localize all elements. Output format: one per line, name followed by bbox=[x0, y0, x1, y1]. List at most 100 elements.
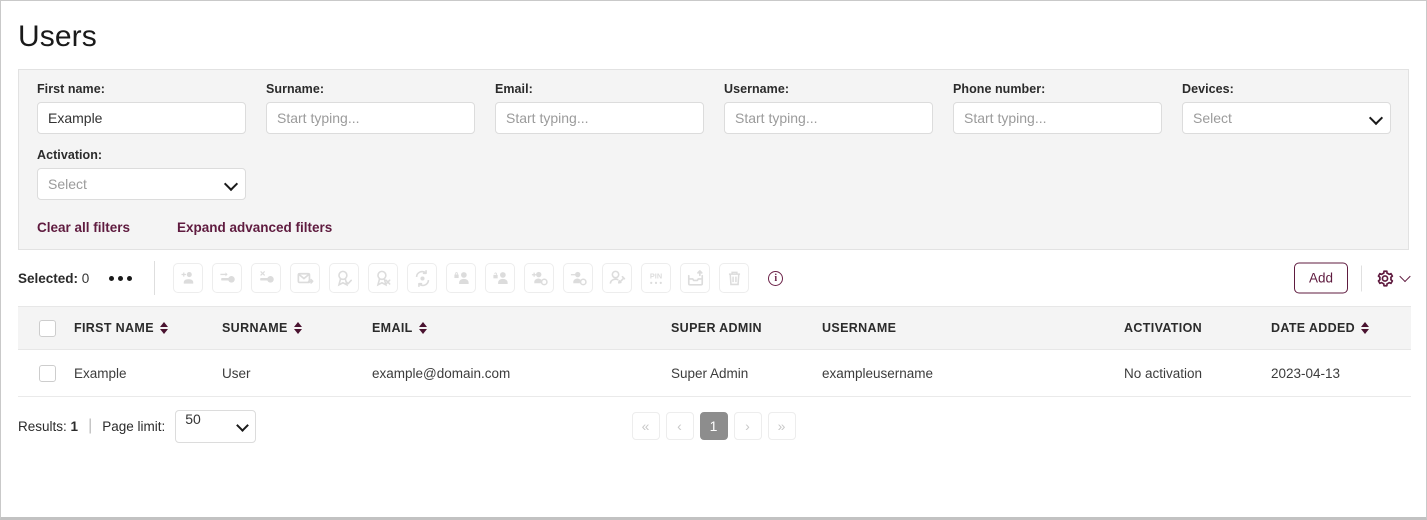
page-limit-wrapper: 50 bbox=[175, 409, 257, 443]
surname-input[interactable] bbox=[266, 102, 475, 134]
phone-number-input[interactable] bbox=[953, 102, 1162, 134]
filter-field-surname: Surname: bbox=[266, 82, 495, 134]
table-footer: Results: 1 | Page limit: 50 « ‹ 1 › » bbox=[18, 397, 1409, 455]
pagination: « ‹ 1 › » bbox=[631, 412, 796, 440]
bulk-action-icons: PIN i bbox=[173, 263, 784, 293]
last-page-button[interactable]: » bbox=[767, 412, 796, 440]
sync-refresh-icon[interactable] bbox=[407, 263, 438, 293]
devices-select-wrapper: Select bbox=[1182, 102, 1391, 134]
sort-icon[interactable] bbox=[293, 322, 302, 334]
table-row[interactable]: Example User example@domain.com Super Ad… bbox=[18, 349, 1411, 397]
gear-icon bbox=[1377, 269, 1394, 287]
filter-field-devices: Devices: Select bbox=[1182, 82, 1411, 134]
unlock-user-icon[interactable] bbox=[485, 263, 516, 293]
results-count: 1 bbox=[70, 418, 79, 434]
add-users-icon[interactable] bbox=[173, 263, 204, 293]
ellipsis-icon[interactable] bbox=[107, 272, 134, 285]
column-header-surname[interactable]: SURNAME bbox=[222, 306, 372, 350]
filter-label-devices: Devices: bbox=[1182, 82, 1234, 96]
page-title: Users bbox=[18, 20, 97, 53]
filter-panel: First name: Surname: Email: Username: Ph… bbox=[18, 69, 1409, 250]
table-body: Example User example@domain.com Super Ad… bbox=[18, 349, 1411, 397]
info-circle-icon[interactable]: i bbox=[768, 270, 784, 286]
first-name-input[interactable] bbox=[37, 102, 246, 134]
footer-separator: | bbox=[88, 417, 93, 434]
filter-field-first-name: First name: bbox=[37, 82, 266, 134]
reject-badge-icon[interactable] bbox=[368, 263, 399, 293]
dot bbox=[127, 275, 133, 281]
users-table-container: FIRST NAME SURNAME EMAIL SUPER ADMIN USE… bbox=[18, 306, 1411, 397]
column-label: DATE ADDED bbox=[1271, 321, 1356, 335]
column-header-date-added[interactable]: DATE ADDED bbox=[1271, 306, 1411, 350]
filter-actions: Clear all filters Expand advanced filter… bbox=[37, 220, 1390, 235]
filter-row-secondary: Activation: Select bbox=[37, 148, 1390, 200]
clear-all-filters-link[interactable]: Clear all filters bbox=[37, 220, 177, 235]
column-header-username: USERNAME bbox=[822, 306, 1124, 350]
column-label: SURNAME bbox=[222, 321, 288, 335]
dot bbox=[118, 275, 124, 281]
add-button[interactable]: Add bbox=[1294, 262, 1348, 294]
lock-user-icon[interactable] bbox=[446, 263, 477, 293]
select-all-header bbox=[18, 306, 74, 350]
page-limit-label: Page limit: bbox=[102, 418, 166, 434]
column-label: ACTIVATION bbox=[1124, 321, 1203, 335]
username-input[interactable] bbox=[724, 102, 933, 134]
cell-surname: User bbox=[222, 349, 372, 397]
column-header-email[interactable]: EMAIL bbox=[372, 306, 671, 350]
svg-text:PIN: PIN bbox=[650, 271, 662, 280]
expand-advanced-filters-link[interactable]: Expand advanced filters bbox=[177, 220, 332, 235]
sort-icon[interactable] bbox=[159, 322, 168, 334]
activation-select[interactable]: Select bbox=[37, 168, 246, 200]
row-checkbox[interactable] bbox=[39, 364, 56, 382]
table-header: FIRST NAME SURNAME EMAIL SUPER ADMIN USE… bbox=[18, 306, 1411, 350]
email-input[interactable] bbox=[495, 102, 704, 134]
edit-user-icon[interactable] bbox=[602, 263, 633, 293]
cell-activation: No activation bbox=[1124, 349, 1271, 397]
toolbar-right-actions: Add bbox=[1294, 262, 1411, 294]
pin-icon[interactable]: PIN bbox=[641, 263, 672, 293]
add-user-settings-icon[interactable] bbox=[524, 263, 555, 293]
filter-label-email: Email: bbox=[495, 82, 533, 96]
cell-email: example@domain.com bbox=[372, 349, 671, 397]
column-label: SUPER ADMIN bbox=[671, 321, 762, 335]
cell-date-added: 2023-04-13 bbox=[1271, 349, 1411, 397]
sort-icon[interactable] bbox=[418, 322, 427, 334]
selected-label: Selected: bbox=[18, 270, 79, 286]
filter-field-email: Email: bbox=[495, 82, 724, 134]
settings-menu[interactable] bbox=[1375, 268, 1411, 288]
column-header-first-name[interactable]: FIRST NAME bbox=[74, 306, 222, 350]
filter-field-activation: Activation: Select bbox=[37, 148, 266, 200]
next-page-button[interactable]: › bbox=[733, 412, 762, 440]
column-label: FIRST NAME bbox=[74, 321, 154, 335]
selected-status: Selected: 0 bbox=[18, 271, 89, 286]
filter-label-activation: Activation: bbox=[37, 148, 103, 162]
toolbar-divider bbox=[154, 261, 156, 295]
row-select-cell bbox=[18, 349, 74, 397]
select-all-checkbox[interactable] bbox=[39, 319, 56, 337]
page-limit-select[interactable]: 50 bbox=[175, 409, 257, 443]
prev-page-button[interactable]: ‹ bbox=[665, 412, 694, 440]
revoke-key-icon[interactable] bbox=[251, 263, 282, 293]
first-page-button[interactable]: « bbox=[631, 412, 660, 440]
devices-select[interactable]: Select bbox=[1182, 102, 1391, 134]
approve-badge-icon[interactable] bbox=[329, 263, 360, 293]
filter-field-phone-number: Phone number: bbox=[953, 82, 1182, 134]
export-icon[interactable] bbox=[680, 263, 711, 293]
users-table: FIRST NAME SURNAME EMAIL SUPER ADMIN USE… bbox=[18, 306, 1411, 397]
grant-key-icon[interactable] bbox=[212, 263, 243, 293]
table-toolbar: Selected: 0 PIN i Add bbox=[18, 250, 1411, 306]
cell-super-admin: Super Admin bbox=[671, 349, 822, 397]
cell-first-name: Example bbox=[74, 349, 222, 397]
page-button-1[interactable]: 1 bbox=[699, 412, 728, 440]
toolbar-divider bbox=[1361, 265, 1362, 291]
filter-label-username: Username: bbox=[724, 82, 790, 96]
chevron-down-icon bbox=[1399, 270, 1411, 282]
send-email-icon[interactable] bbox=[290, 263, 321, 293]
filter-label-surname: Surname: bbox=[266, 82, 325, 96]
filter-field-username: Username: bbox=[724, 82, 953, 134]
delete-icon[interactable] bbox=[719, 263, 750, 293]
cell-username: exampleusername bbox=[822, 349, 1124, 397]
remove-user-settings-icon[interactable] bbox=[563, 263, 594, 293]
filter-label-first-name: First name: bbox=[37, 82, 105, 96]
sort-icon[interactable] bbox=[1361, 322, 1370, 334]
